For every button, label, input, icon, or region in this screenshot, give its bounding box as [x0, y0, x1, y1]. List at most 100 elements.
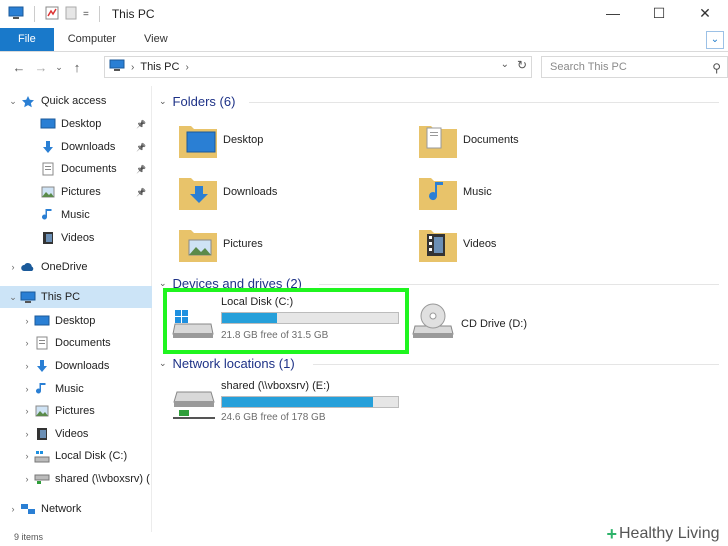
- desktop-icon: [40, 117, 56, 131]
- sidebar-item-network[interactable]: › Network: [0, 498, 152, 520]
- maximize-button[interactable]: ☐: [636, 0, 682, 28]
- address-dropdown-icon[interactable]: ⌄: [501, 59, 509, 70]
- music-icon: [34, 382, 50, 396]
- cd-drive-icon: [412, 303, 454, 338]
- desktop-folder-icon: [179, 126, 217, 158]
- folder-desktop[interactable]: Desktop: [177, 120, 263, 160]
- tab-computer[interactable]: Computer: [54, 28, 130, 51]
- sidebar-item-music[interactable]: › Music: [0, 378, 152, 400]
- sidebar-item-label: Desktop: [61, 118, 102, 130]
- properties-icon[interactable]: [45, 6, 59, 23]
- sidebar-item-pictures[interactable]: › Pictures: [0, 400, 152, 422]
- pin-icon[interactable]: 📌: [136, 120, 146, 129]
- sidebar-item-onedrive[interactable]: › OneDrive: [0, 256, 152, 278]
- expand-chevron-icon[interactable]: ›: [20, 384, 34, 394]
- expand-chevron-icon[interactable]: ›: [20, 451, 34, 461]
- ribbon-tabs: File Computer View ⌄: [0, 28, 728, 52]
- pictures-folder-icon: [179, 230, 217, 262]
- refresh-icon[interactable]: ↻: [517, 58, 527, 72]
- sidebar-item-quick-access[interactable]: ⌄ Quick access: [0, 90, 152, 112]
- tab-file[interactable]: File: [0, 28, 54, 51]
- expand-chevron-icon[interactable]: ⌄: [6, 292, 20, 303]
- folder-label: Desktop: [223, 134, 264, 146]
- expand-chevron-icon[interactable]: ›: [6, 504, 20, 514]
- pin-icon[interactable]: 📌: [136, 165, 146, 174]
- sidebar-item-desktop[interactable]: › Desktop: [0, 310, 152, 332]
- sidebar-item-pictures[interactable]: Pictures 📌: [0, 181, 152, 203]
- expand-chevron-icon[interactable]: ›: [20, 429, 34, 439]
- drive-free-space: 24.6 GB free of 178 GB: [221, 412, 326, 423]
- videos-folder-icon: [419, 230, 457, 262]
- close-button[interactable]: ✕: [682, 0, 728, 28]
- sidebar-item-label: OneDrive: [41, 261, 88, 273]
- sidebar-item-downloads[interactable]: Downloads 📌: [0, 136, 152, 158]
- pictures-icon: [40, 185, 56, 199]
- new-folder-icon[interactable]: [65, 6, 77, 23]
- sidebar-item-documents[interactable]: Documents 📌: [0, 158, 152, 180]
- sidebar-item-label: Videos: [61, 232, 95, 244]
- group-header-network[interactable]: ⌄ Network locations (1): [159, 356, 295, 371]
- expand-chevron-icon[interactable]: ⌄: [6, 96, 20, 107]
- videos-icon: [40, 231, 56, 245]
- search-input[interactable]: Search This PC ⚲: [541, 56, 728, 78]
- sidebar-item-videos[interactable]: › Videos: [0, 423, 152, 445]
- sidebar-item-label: Videos: [55, 428, 89, 440]
- expand-chevron-icon[interactable]: ›: [20, 316, 34, 326]
- expand-ribbon-button[interactable]: ⌄: [706, 31, 724, 49]
- sidebar-item-videos[interactable]: Videos: [0, 227, 152, 249]
- folder-pictures[interactable]: Pictures: [177, 224, 263, 264]
- breadcrumb-chevron-icon[interactable]: ›: [185, 62, 188, 73]
- group-divider: [249, 102, 719, 103]
- pin-icon[interactable]: 📌: [136, 188, 146, 197]
- quick-access-toolbar: =: [0, 6, 104, 23]
- minimize-button[interactable]: —: [590, 0, 636, 28]
- music-icon: [40, 208, 56, 222]
- folder-documents[interactable]: Documents: [417, 120, 519, 160]
- folder-label: Videos: [463, 238, 497, 250]
- expand-chevron-icon[interactable]: ›: [20, 338, 34, 348]
- drive-cd[interactable]: CD Drive (D:): [411, 298, 611, 348]
- drive-local-disk[interactable]: Local Disk (C:) 21.8 GB free of 31.5 GB: [169, 294, 405, 350]
- folder-downloads[interactable]: Downloads: [177, 172, 277, 212]
- videos-icon: [34, 427, 50, 441]
- expand-chevron-icon[interactable]: ›: [6, 262, 20, 272]
- folder-videos[interactable]: Videos: [417, 224, 496, 264]
- downloads-icon: [40, 140, 56, 154]
- folder-music[interactable]: Music: [417, 172, 492, 212]
- customize-toolbar-icon[interactable]: =: [83, 9, 89, 20]
- sidebar-item-local-disk-c[interactable]: › Local Disk (C:): [0, 445, 152, 467]
- collapse-icon[interactable]: ⌄: [159, 358, 167, 369]
- forward-arrow-icon[interactable]: →: [30, 60, 52, 75]
- pin-icon[interactable]: 📌: [136, 143, 146, 152]
- sidebar-item-shared-vboxsrv[interactable]: › shared (\\vboxsrv) (: [0, 468, 152, 490]
- address-row: ← → ⌄ ↑ › This PC › ⌄ ↻ Search This PC ⚲: [0, 52, 728, 82]
- toolbar-divider: [98, 6, 100, 22]
- back-arrow-icon[interactable]: ←: [8, 60, 30, 75]
- expand-chevron-icon[interactable]: ›: [20, 406, 34, 416]
- tab-view[interactable]: View: [130, 28, 182, 51]
- drive-shared[interactable]: shared (\\vboxsrv) (E:) 24.6 GB free of …: [169, 378, 405, 428]
- sidebar-item-music[interactable]: Music: [0, 204, 152, 226]
- sidebar-item-documents[interactable]: › Documents: [0, 332, 152, 354]
- drive-usage-fill: [222, 313, 277, 323]
- folder-label: Music: [463, 186, 492, 198]
- sidebar-item-downloads[interactable]: › Downloads: [0, 355, 152, 377]
- expand-chevron-icon[interactable]: ›: [20, 474, 34, 484]
- breadcrumb-chevron-icon[interactable]: ›: [131, 62, 134, 73]
- downloads-folder-icon: [179, 178, 217, 210]
- network-drive-icon: [173, 391, 215, 419]
- desktop-icon: [34, 314, 50, 328]
- search-placeholder: Search This PC: [550, 61, 627, 73]
- recent-locations-icon[interactable]: ⌄: [52, 62, 66, 73]
- sidebar-item-desktop[interactable]: Desktop 📌: [0, 113, 152, 135]
- pictures-icon: [34, 404, 50, 418]
- up-arrow-icon[interactable]: ↑: [66, 60, 88, 75]
- sidebar-item-this-pc[interactable]: ⌄ This PC: [0, 286, 152, 308]
- expand-chevron-icon[interactable]: ›: [20, 361, 34, 371]
- content-pane: ⌄ Folders (6) Desktop Documents Download…: [153, 86, 728, 532]
- collapse-icon[interactable]: ⌄: [159, 96, 167, 107]
- address-bar[interactable]: › This PC › ⌄ ↻: [104, 56, 532, 78]
- group-header-folders[interactable]: ⌄ Folders (6): [159, 94, 235, 109]
- breadcrumb-this-pc[interactable]: This PC: [140, 61, 179, 73]
- sidebar-item-label: Pictures: [61, 186, 101, 198]
